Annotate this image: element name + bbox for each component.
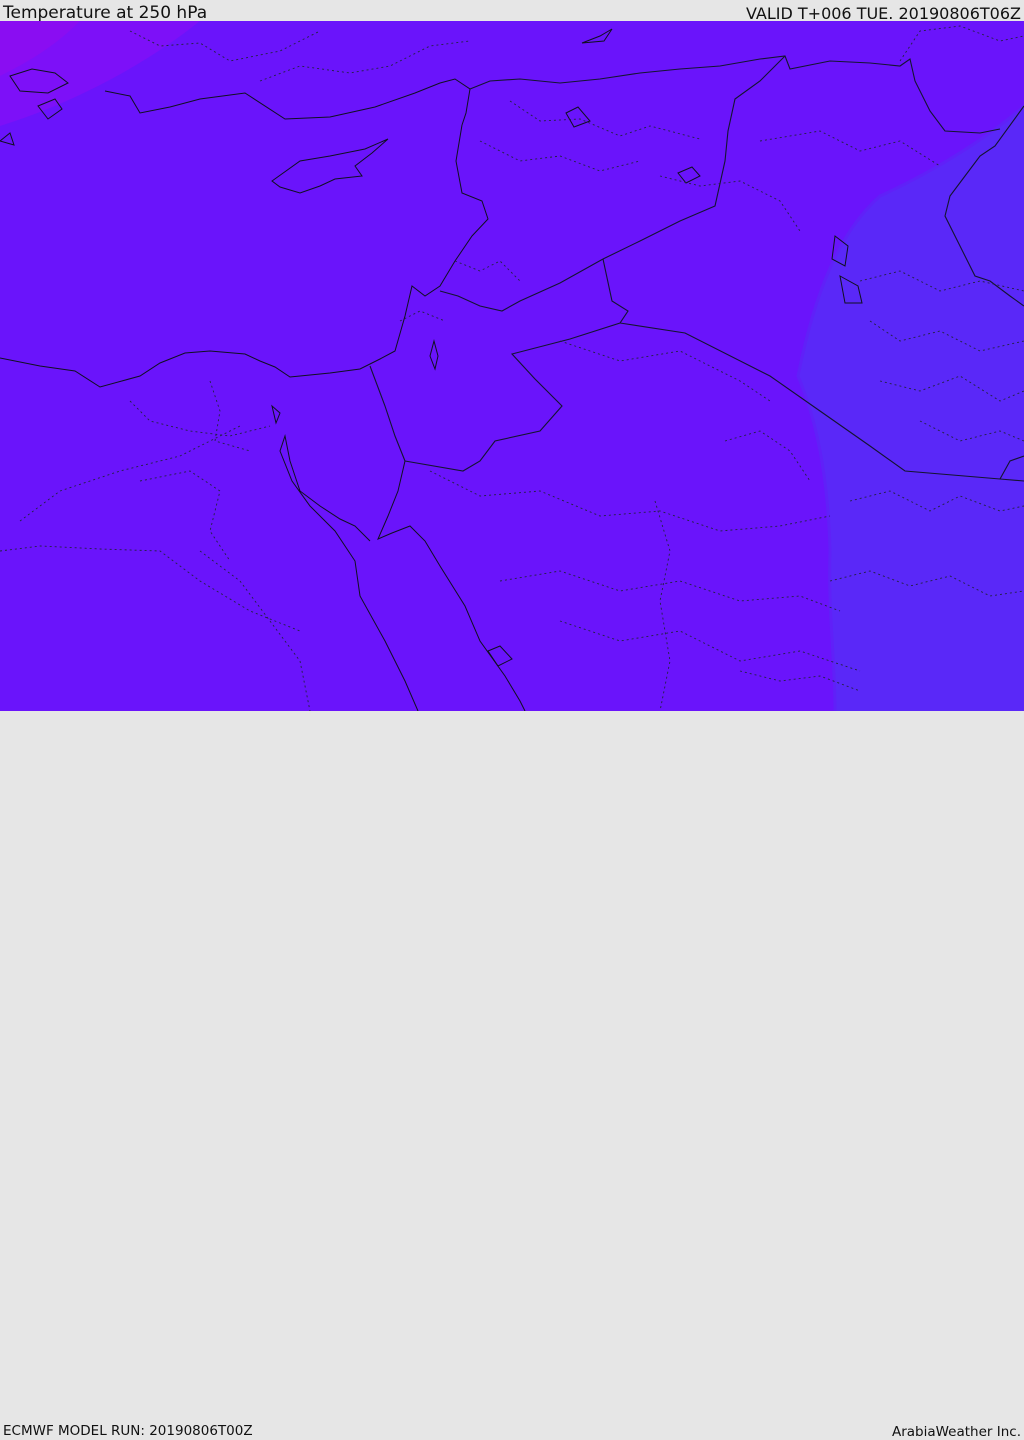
map-title: Temperature at 250 hPa bbox=[3, 3, 208, 23]
credit-text: ArabiaWeather Inc. bbox=[891, 1424, 1021, 1440]
temperature-map bbox=[0, 21, 1024, 711]
footer-bar: ECMWF MODEL RUN: 20190806T00Z ArabiaWeat… bbox=[0, 711, 1024, 1440]
header-bar: Temperature at 250 hPa VALID T+006 TUE. … bbox=[0, 0, 1024, 23]
model-run: ECMWF MODEL RUN: 20190806T00Z bbox=[3, 1423, 253, 1439]
